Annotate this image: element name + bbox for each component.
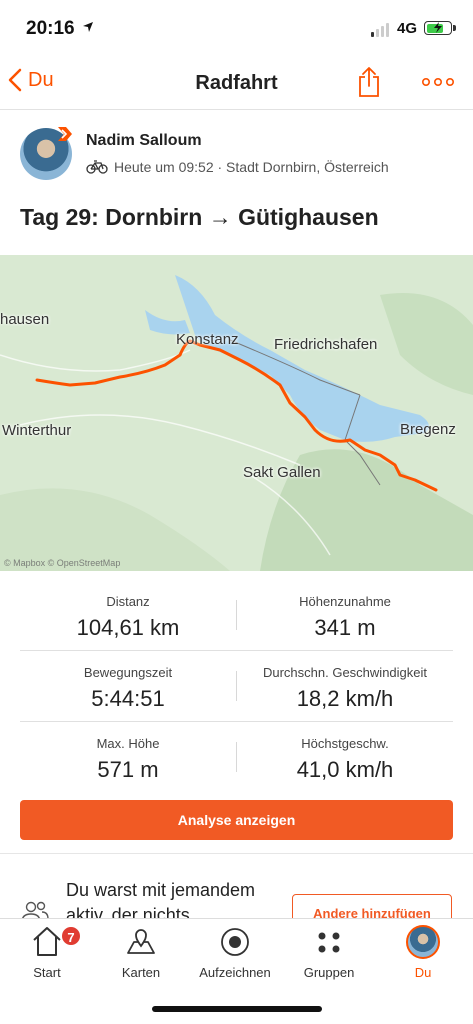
tab-gruppen[interactable]: Gruppen	[282, 919, 376, 989]
map-label-hausen: hausen	[0, 311, 50, 328]
map-icon	[127, 929, 155, 954]
stat-label: Höchstgeschw.	[301, 736, 389, 751]
notification-badge: 7	[60, 925, 82, 947]
tab-label: Gruppen	[303, 965, 355, 980]
record-icon	[221, 928, 249, 956]
location-arrow-icon	[83, 22, 93, 32]
map-label-friedrichshafen: Friedrichshafen	[274, 336, 378, 353]
tab-label: Du	[414, 965, 432, 980]
stat-value: 341 m	[314, 615, 376, 640]
stat-row: Bewegungszeit 5:44:51 Durchschn. Geschwi…	[20, 651, 453, 722]
map-label-konstanz: Konstanz	[176, 331, 239, 348]
nav-bar: Du Radfahrt	[0, 58, 473, 110]
avatar	[406, 925, 440, 959]
stat-value: 5:44:51	[91, 686, 165, 711]
stat-value: 41,0 km/h	[296, 757, 394, 782]
stat-avg-speed: Durchschn. Geschwindigkeit 18,2 km/h	[237, 665, 453, 712]
stat-value: 18,2 km/h	[296, 686, 394, 711]
home-icon	[33, 927, 61, 956]
stat-label: Bewegungszeit	[83, 665, 173, 680]
stat-label: Höhenzunahme	[299, 594, 391, 609]
home-indicator[interactable]	[152, 1006, 322, 1012]
stat-label: Max. Höhe	[96, 736, 160, 751]
tab-label: Karten	[121, 965, 161, 980]
signal-icon	[371, 23, 389, 37]
status-time: 20:16	[26, 18, 75, 39]
more-dots-icon[interactable]	[420, 72, 456, 92]
status-bar: 20:16 4G	[0, 0, 473, 58]
stat-max-speed: Höchstgeschw. 41,0 km/h	[237, 736, 453, 783]
tab-start[interactable]: 7 Start	[0, 919, 94, 989]
tab-label: Start	[33, 965, 61, 980]
groups-icon	[318, 932, 340, 953]
activity-title: Tag 29: Dornbirn → Gütighausen	[20, 204, 379, 230]
activity-meta-text: Heute um 09:52 · Stadt Dornbirn, Österre…	[114, 159, 389, 175]
stat-elevation-gain: Höhenzunahme 341 m	[237, 594, 453, 641]
tab-label: Aufzeichnen	[199, 965, 271, 980]
analyse-button[interactable]: Analyse anzeigen	[20, 800, 453, 840]
author-name[interactable]: Nadim Salloum	[86, 132, 202, 150]
divider	[0, 853, 473, 854]
map-label-sankt-gallen: Sakt Gallen	[243, 464, 321, 481]
stat-row: Max. Höhe 571 m Höchstgeschw. 41,0 km/h	[20, 722, 453, 793]
page-title: Radfahrt	[195, 72, 278, 94]
stat-moving-time: Bewegungszeit 5:44:51	[20, 665, 236, 712]
map-attribution[interactable]: © Mapbox © OpenStreetMap	[4, 558, 120, 568]
stat-row: Distanz 104,61 km Höhenzunahme 341 m	[20, 580, 453, 651]
stat-value: 571 m	[97, 757, 159, 782]
battery-icon	[424, 21, 456, 35]
bike-icon	[86, 160, 108, 174]
tab-du[interactable]: Du	[376, 919, 470, 989]
stats-grid: Distanz 104,61 km Höhenzunahme 341 m Bew…	[20, 580, 453, 793]
tab-karten[interactable]: Karten	[94, 919, 188, 989]
tab-aufzeichnen[interactable]: Aufzeichnen	[188, 919, 282, 989]
share-icon[interactable]	[356, 66, 382, 98]
activity-meta: Heute um 09:52 · Stadt Dornbirn, Österre…	[86, 159, 389, 175]
route-map[interactable]: hausen Konstanz Friedrichshafen Winterth…	[0, 255, 473, 571]
subscriber-badge-icon	[58, 127, 72, 141]
stat-value: 104,61 km	[76, 615, 180, 640]
stat-distance: Distanz 104,61 km	[20, 594, 236, 641]
stat-label: Durchschn. Geschwindigkeit	[262, 665, 428, 680]
map-label-winterthur: Winterthur	[2, 422, 72, 439]
map-canvas	[0, 255, 473, 571]
stat-label: Distanz	[106, 594, 150, 609]
network-label: 4G	[397, 20, 418, 37]
stat-max-elevation: Max. Höhe 571 m	[20, 736, 236, 783]
map-label-bregenz: Bregenz	[400, 421, 456, 438]
activity-author: Nadim Salloum Heute um 09:52 · Stadt Dor…	[20, 125, 460, 185]
